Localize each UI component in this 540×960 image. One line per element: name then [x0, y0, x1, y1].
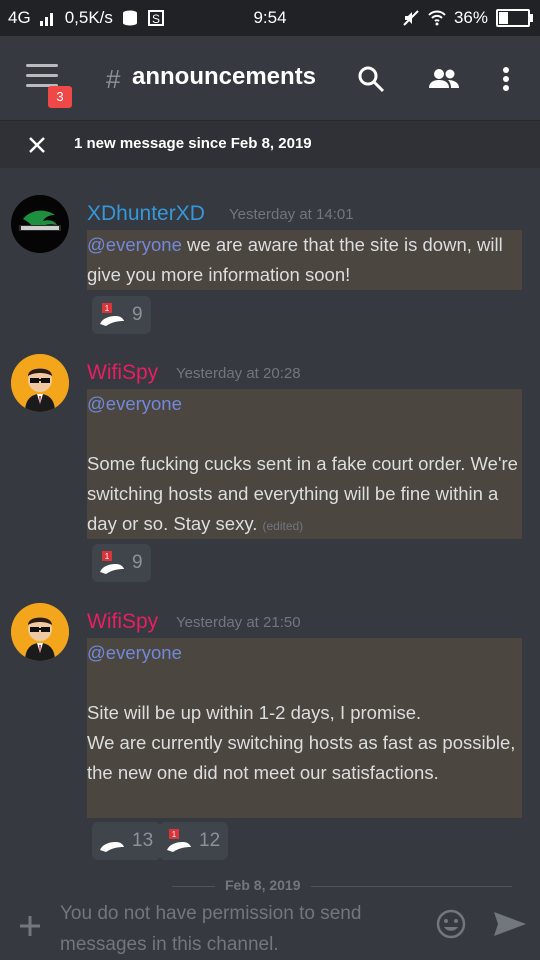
author-name[interactable]: WifiSpy — [87, 610, 158, 634]
reaction[interactable]: 1 9 — [92, 544, 151, 582]
mention[interactable]: @everyone — [87, 393, 182, 414]
message-text: Site will be up within 1-2 days, I promi… — [87, 702, 516, 783]
message-content: @everyone Site will be up within 1-2 day… — [87, 638, 522, 818]
battery-icon — [496, 9, 533, 27]
unread-badge: 3 — [48, 86, 72, 108]
members-icon[interactable] — [426, 64, 462, 94]
timestamp: Yesterday at 14:01 — [229, 206, 354, 223]
svg-text:1: 1 — [172, 830, 177, 839]
more-vertical-icon[interactable] — [496, 64, 516, 94]
new-messages-bar[interactable]: 1 new message since Feb 8, 2019 — [0, 121, 540, 168]
reaction[interactable]: 1 9 — [92, 296, 151, 334]
avatar[interactable] — [11, 354, 69, 412]
plus-icon[interactable] — [18, 914, 42, 938]
battery-percent: 36% — [453, 8, 488, 27]
date-divider: Feb 8, 2019 — [215, 877, 311, 893]
reaction[interactable]: 13 — [92, 822, 162, 860]
avatar[interactable] — [11, 603, 69, 661]
channel-header: 3 # announcements — [0, 36, 540, 121]
custom-emoji-icon: 1 — [167, 829, 191, 852]
avatar[interactable] — [11, 195, 69, 253]
author-name[interactable]: WifiSpy — [87, 361, 158, 385]
custom-emoji-icon: 1 — [100, 551, 124, 574]
search-icon[interactable] — [356, 64, 386, 94]
mention[interactable]: @everyone — [87, 234, 182, 255]
reaction-count: 9 — [132, 304, 143, 325]
send-icon[interactable] — [492, 908, 528, 940]
custom-emoji-icon: 1 — [100, 303, 124, 326]
wifispy-avatar-image — [11, 603, 69, 661]
new-messages-text: 1 new message since Feb 8, 2019 — [74, 135, 312, 152]
mention[interactable]: @everyone — [87, 642, 182, 663]
message-content: @everyone Some fucking cucks sent in a f… — [87, 389, 522, 539]
status-bar: 4G 0,5K/s S 9:54 36% — [0, 0, 540, 36]
timestamp: Yesterday at 20:28 — [176, 365, 301, 382]
emoji-icon[interactable] — [435, 908, 467, 940]
reaction[interactable]: 1 12 — [159, 822, 229, 860]
timestamp: Yesterday at 21:50 — [176, 614, 301, 631]
reaction-count: 12 — [199, 830, 221, 851]
reaction-count: 9 — [132, 552, 143, 573]
channel-name: announcements — [132, 63, 317, 90]
xdhunterxd-avatar-image — [11, 195, 69, 253]
close-icon[interactable] — [27, 135, 47, 155]
wifi-icon — [428, 10, 446, 26]
custom-emoji-icon — [100, 842, 124, 852]
wifispy-avatar-image — [11, 354, 69, 412]
message-content: @everyone we are aware that the site is … — [87, 230, 522, 290]
mute-icon — [403, 10, 419, 26]
message-input-placeholder[interactable]: You do not have permission to send messa… — [60, 898, 400, 960]
input-bar: You do not have permission to send messa… — [0, 894, 540, 960]
svg-text:1: 1 — [105, 552, 110, 561]
channel-hash-icon: # — [106, 64, 121, 94]
edited-label: (edited) — [262, 519, 304, 533]
svg-text:1: 1 — [105, 304, 110, 313]
author-name[interactable]: XDhunterXD — [87, 202, 205, 226]
reaction-count: 13 — [132, 830, 154, 851]
